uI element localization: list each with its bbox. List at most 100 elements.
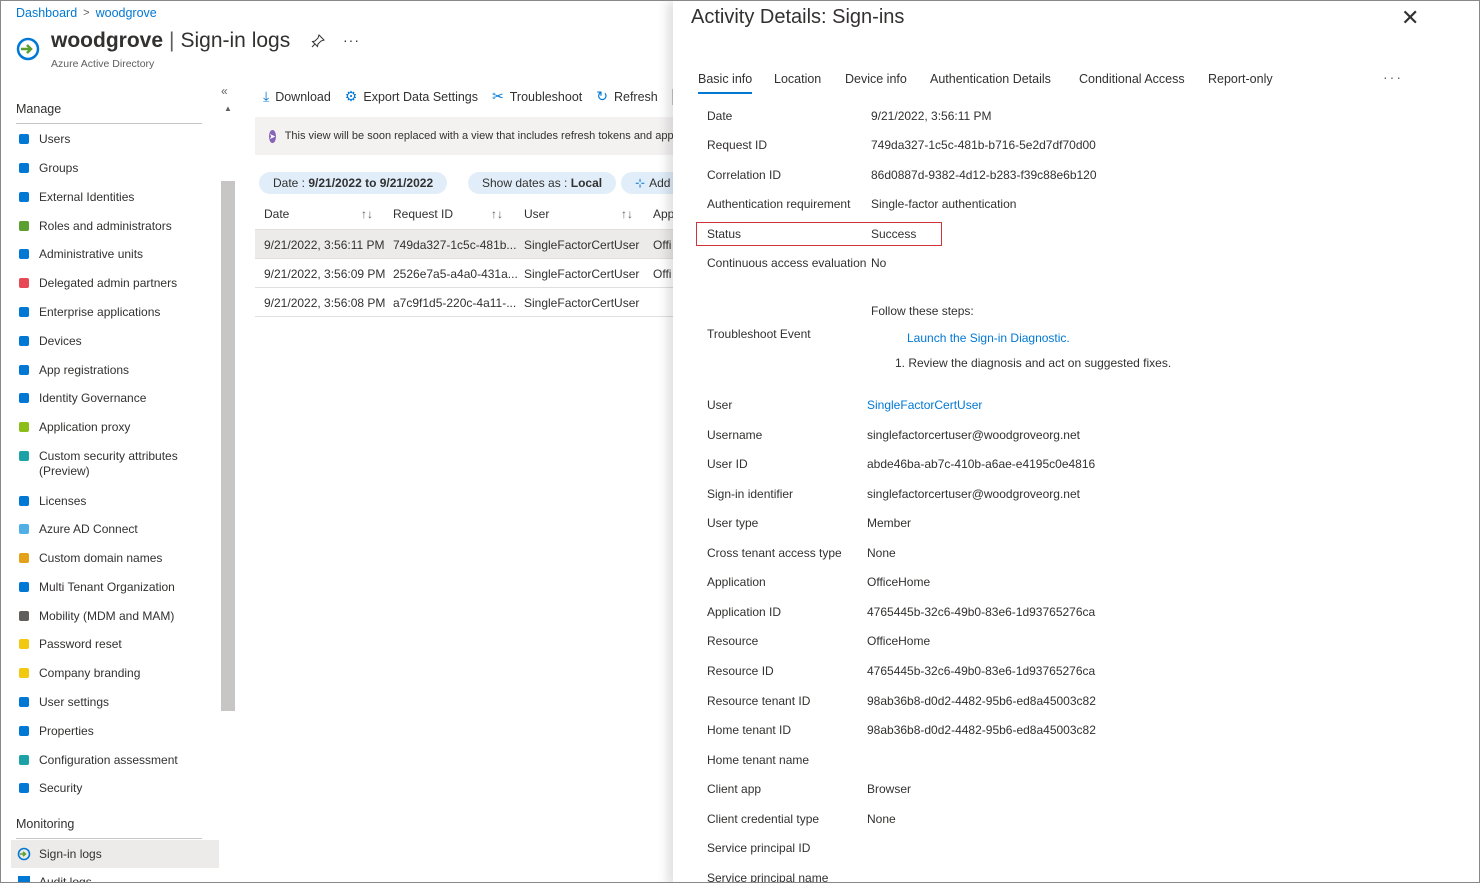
sidebar-item-sign-in-logs[interactable]: Sign-in logs <box>11 840 219 868</box>
sidebar-item-company-branding[interactable]: Company branding <box>11 666 219 681</box>
detail-label: User type <box>707 516 759 530</box>
tab-report-only[interactable]: Report-only <box>1208 72 1273 92</box>
table-row[interactable]: 9/21/2022, 3:56:08 PM a7c9f1d5-220c-4a11… <box>255 288 673 317</box>
more-options-icon[interactable]: ··· <box>343 32 360 48</box>
refresh-button[interactable]: ↻ Refresh <box>596 88 658 105</box>
user-icon <box>17 132 31 146</box>
table-row[interactable]: 9/21/2022, 3:56:11 PM 749da327-1c5c-481b… <box>255 230 673 259</box>
export-data-settings-button[interactable]: ⚙ Export Data Settings <box>345 88 478 105</box>
detail-label: Status <box>707 227 742 241</box>
cell-app: Offi <box>653 238 672 252</box>
detail-label: Authentication requirement <box>707 197 851 211</box>
column-header-app[interactable]: App <box>653 207 674 221</box>
troubleshoot-label: Troubleshoot <box>509 89 583 104</box>
show-dates-pill[interactable]: Show dates as : Local <box>468 172 617 194</box>
sidebar-item-label-secondary: (Preview) <box>39 464 90 478</box>
detail-value: OfficeHome <box>867 634 931 648</box>
close-icon[interactable]: ✕ <box>1401 5 1419 31</box>
sidebar-item-multi-tenant-organization[interactable]: Multi Tenant Organization <box>11 580 219 595</box>
sidebar-item-mobility-mdm-and-mam[interactable]: Mobility (MDM and MAM) <box>11 609 219 624</box>
sidebar-item-custom-domain-names[interactable]: Custom domain names <box>11 551 219 566</box>
page-title-org: woodgrove <box>51 29 164 52</box>
tab-device-info[interactable]: Device info <box>845 72 907 92</box>
sidebar-item-security[interactable]: Security <box>11 781 219 796</box>
sidebar-item-label-wrap: Custom security attributes (Preview) <box>39 449 178 479</box>
gear-icon: ⚙ <box>344 88 358 104</box>
enterprise-apps-icon <box>17 305 31 319</box>
sidebar-item-delegated-admin-partners[interactable]: Delegated admin partners <box>11 276 219 291</box>
tab-location[interactable]: Location <box>774 72 821 92</box>
column-header-date[interactable]: Date <box>264 207 289 221</box>
sidebar-scrollbar[interactable] <box>221 181 235 711</box>
detail-label: Resource tenant ID <box>707 694 811 708</box>
column-header-user[interactable]: User <box>524 207 549 221</box>
launch-diagnostic-link[interactable]: Launch the Sign-in Diagnostic. <box>907 331 1070 345</box>
sidebar-item-devices[interactable]: Devices <box>11 334 219 349</box>
sidebar-item-external-identities[interactable]: External Identities <box>11 190 219 205</box>
sidebar-item-configuration-assessment[interactable]: Configuration assessment <box>11 753 219 768</box>
custom-security-icon <box>17 449 31 463</box>
breadcrumb-dashboard[interactable]: Dashboard <box>16 6 77 20</box>
table-row[interactable]: 9/21/2022, 3:56:09 PM 2526e7a5-a4a0-431a… <box>255 259 673 288</box>
more-tabs-icon[interactable]: ··· <box>1383 69 1403 85</box>
sidebar-item-identity-governance[interactable]: Identity Governance <box>11 391 219 406</box>
manage-section-label: Manage <box>16 102 62 116</box>
scroll-up-icon[interactable]: ▲ <box>224 104 232 113</box>
sidebar-item-application-proxy[interactable]: Application proxy <box>11 420 219 435</box>
date-filter-pill[interactable]: Date : 9/21/2022 to 9/21/2022 <box>259 172 448 194</box>
sidebar-item-properties[interactable]: Properties <box>11 724 219 739</box>
detail-label: Username <box>707 428 763 442</box>
sidebar-item-licenses[interactable]: Licenses <box>11 494 219 509</box>
sidebar-item-label: Custom domain names <box>39 551 163 565</box>
sidebar-item-custom-security-attributes[interactable]: Custom security attributes (Preview) <box>11 449 219 479</box>
sidebar-item-label: Company branding <box>39 666 141 680</box>
detail-value: None <box>867 546 896 560</box>
ad-connect-icon <box>17 522 31 536</box>
pin-icon[interactable] <box>311 34 325 51</box>
detail-label: Continuous access evaluation <box>707 256 867 270</box>
sidebar-item-users[interactable]: Users <box>11 132 219 147</box>
sort-icon[interactable]: ↑↓ <box>621 207 633 221</box>
user-link[interactable]: SingleFactorCertUser <box>867 398 982 412</box>
sidebar-item-audit-logs[interactable]: Audit logs <box>11 875 219 882</box>
sidebar-item-label: Identity Governance <box>39 391 147 405</box>
detail-value: Single-factor authentication <box>871 197 1017 211</box>
sort-icon[interactable]: ↑↓ <box>361 207 373 221</box>
detail-label: Request ID <box>707 138 768 152</box>
detail-label: Client credential type <box>707 812 820 826</box>
sidebar-item-password-reset[interactable]: Password reset <box>11 637 219 652</box>
breadcrumb-woodgrove[interactable]: woodgrove <box>96 6 157 20</box>
collapse-sidebar-icon[interactable]: « <box>221 84 228 98</box>
sidebar-item-roles-and-administrators[interactable]: Roles and administrators <box>11 219 219 234</box>
sort-icon[interactable]: ↑↓ <box>491 207 503 221</box>
detail-label: Service principal name <box>707 871 829 883</box>
download-button[interactable]: ⤓ Download <box>263 88 331 105</box>
key-icon <box>17 637 31 651</box>
grid-header: Date ↑↓ Request ID ↑↓ User ↑↓ App <box>255 201 674 229</box>
devices-icon <box>17 334 31 348</box>
detail-label: Cross tenant access type <box>707 546 842 560</box>
troubleshoot-button[interactable]: ✂ Troubleshoot <box>492 88 582 105</box>
toolbar: ⤓ Download ⚙ Export Data Settings ✂ Trou… <box>263 88 673 105</box>
sidebar-item-enterprise-applications[interactable]: Enterprise applications <box>11 305 219 320</box>
tab-authentication-details[interactable]: Authentication Details <box>930 72 1051 92</box>
sidebar-item-administrative-units[interactable]: Administrative units <box>11 247 219 262</box>
refresh-icon: ↻ <box>596 88 608 104</box>
sidebar-item-app-registrations[interactable]: App registrations <box>11 363 219 378</box>
cell-app: Offi <box>653 267 672 281</box>
tab-basic-info[interactable]: Basic info <box>698 72 753 94</box>
column-header-request-id[interactable]: Request ID <box>393 207 453 221</box>
download-label: Download <box>275 89 331 104</box>
tab-conditional-access[interactable]: Conditional Access <box>1079 72 1185 92</box>
export-label: Export Data Settings <box>363 89 479 104</box>
download-icon: ⤓ <box>263 88 270 104</box>
partners-icon <box>17 276 31 290</box>
sidebar-item-user-settings[interactable]: User settings <box>11 695 219 710</box>
detail-label: Troubleshoot Event <box>707 327 811 341</box>
sidebar-item-label: Devices <box>39 334 82 348</box>
assessment-icon <box>17 753 31 767</box>
sidebar-item-groups[interactable]: Groups <box>11 161 219 176</box>
admin-units-icon <box>17 247 31 261</box>
cell-user: SingleFactorCertUser <box>524 267 640 281</box>
sidebar-item-azure-ad-connect[interactable]: Azure AD Connect <box>11 522 219 537</box>
